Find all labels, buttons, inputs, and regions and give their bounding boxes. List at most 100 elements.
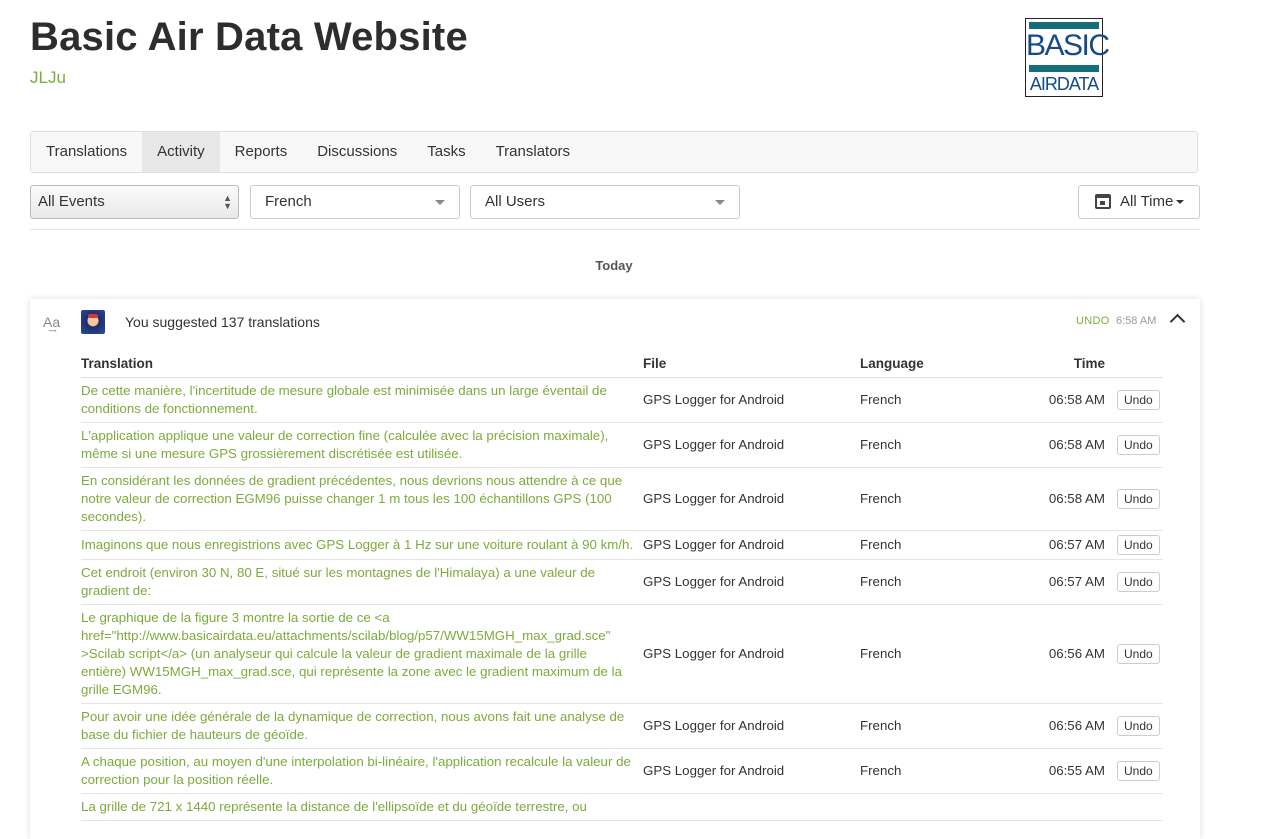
calendar-icon: [1095, 194, 1111, 209]
action-cell: Undo: [1117, 748, 1163, 794]
translation-cell[interactable]: En considérant les données de gradient p…: [81, 467, 643, 531]
time-cell: 06:58 AM: [1000, 377, 1117, 423]
tab-translations[interactable]: Translations: [31, 132, 142, 172]
action-cell: [1117, 793, 1163, 821]
translations-table: Translation File Language Time De cette …: [81, 348, 1163, 821]
tab-activity[interactable]: Activity: [142, 132, 220, 172]
time-range-label: All Time: [1120, 193, 1174, 210]
language-cell: French: [860, 377, 1000, 423]
updown-arrows-icon: ▲ ▼: [223, 193, 232, 211]
language-cell: French: [860, 604, 1000, 704]
time-cell: 06:56 AM: [1000, 703, 1117, 749]
language-cell: French: [860, 530, 1000, 560]
translate-icon: A͢a: [43, 314, 61, 330]
file-cell: GPS Logger for Android: [643, 748, 860, 794]
undo-button[interactable]: Undo: [1117, 716, 1160, 736]
file-cell: [643, 793, 860, 821]
project-nav: Translations Activity Reports Discussion…: [30, 131, 1198, 173]
project-header: Basic Air Data Website JLJu: [30, 12, 468, 88]
action-cell: Undo: [1117, 422, 1163, 468]
translation-cell[interactable]: La grille de 721 x 1440 représente la di…: [81, 793, 643, 821]
filter-bar: All Events ▲ ▼ French All Users All Time: [30, 185, 1200, 219]
language-cell: [860, 793, 1000, 821]
language-select-value: French: [265, 193, 312, 210]
translation-cell[interactable]: De cette manière, l'incertitude de mesur…: [81, 377, 643, 423]
undo-button[interactable]: Undo: [1117, 535, 1160, 555]
language-cell: French: [860, 703, 1000, 749]
undo-button[interactable]: Undo: [1117, 489, 1160, 509]
undo-button[interactable]: Undo: [1117, 644, 1160, 664]
logo-bar-top: [1029, 22, 1099, 29]
date-group-label: Today: [595, 258, 633, 273]
time-cell: 06:57 AM: [1000, 530, 1117, 560]
activity-time: 6:58 AM: [1116, 315, 1157, 327]
table-row: Imaginons que nous enregistrions avec GP…: [81, 530, 1163, 560]
time-cell: 06:56 AM: [1000, 604, 1117, 704]
file-cell: GPS Logger for Android: [643, 604, 860, 704]
avatar: [81, 310, 105, 334]
column-header-language: Language: [860, 348, 1000, 378]
logo-text-line1: BASIC: [1026, 29, 1110, 62]
undo-button[interactable]: Undo: [1117, 390, 1160, 410]
chevron-down-icon: [715, 200, 725, 205]
time-cell: 06:58 AM: [1000, 467, 1117, 531]
translation-cell[interactable]: Pour avoir une idée générale de la dynam…: [81, 703, 643, 749]
tab-tasks[interactable]: Tasks: [412, 132, 480, 172]
events-select[interactable]: All Events ▲ ▼: [30, 185, 239, 219]
translation-cell[interactable]: A chaque position, au moyen d'une interp…: [81, 748, 643, 794]
table-row: L'application applique une valeur de cor…: [81, 422, 1163, 468]
table-row: De cette manière, l'incertitude de mesur…: [81, 377, 1163, 423]
language-cell: French: [860, 422, 1000, 468]
action-cell: Undo: [1117, 703, 1163, 749]
column-header-time: Time: [1000, 348, 1163, 378]
time-cell: [1000, 793, 1117, 821]
action-cell: Undo: [1117, 559, 1163, 605]
logo-text-line2: AIRDATA: [1029, 74, 1099, 94]
action-cell: Undo: [1117, 467, 1163, 531]
tab-translators[interactable]: Translators: [481, 132, 585, 172]
table-row: Cet endroit (environ 30 N, 80 E, situé s…: [81, 559, 1163, 605]
action-cell: Undo: [1117, 377, 1163, 423]
project-title: Basic Air Data Website: [30, 15, 468, 59]
language-cell: French: [860, 559, 1000, 605]
table-row: Le graphique de la figure 3 montre la so…: [81, 604, 1163, 704]
table-row: Pour avoir une idée générale de la dynam…: [81, 703, 1163, 749]
translation-cell[interactable]: Cet endroit (environ 30 N, 80 E, situé s…: [81, 559, 643, 605]
project-logo: BASIC AIRDATA: [1025, 18, 1110, 97]
divider: [30, 229, 1200, 230]
time-range-button[interactable]: All Time: [1078, 185, 1200, 219]
time-cell: 06:57 AM: [1000, 559, 1117, 605]
action-cell: Undo: [1117, 530, 1163, 560]
table-body: De cette manière, l'incertitude de mesur…: [81, 377, 1163, 821]
activity-card: A͢a You suggested 137 translations UNDO …: [30, 299, 1200, 839]
time-cell: 06:58 AM: [1000, 422, 1117, 468]
table-row: A chaque position, au moyen d'une interp…: [81, 748, 1163, 794]
file-cell: GPS Logger for Android: [643, 703, 860, 749]
translation-cell[interactable]: L'application applique une valeur de cor…: [81, 422, 643, 468]
file-cell: GPS Logger for Android: [643, 377, 860, 423]
logo-bar-mid: [1029, 65, 1099, 72]
tab-discussions[interactable]: Discussions: [302, 132, 412, 172]
undo-button[interactable]: Undo: [1117, 435, 1160, 455]
action-cell: Undo: [1117, 604, 1163, 704]
chevron-down-icon: [435, 200, 445, 205]
project-owner-link[interactable]: JLJu: [30, 68, 468, 88]
users-select[interactable]: All Users: [470, 185, 740, 219]
translation-cell[interactable]: Imaginons que nous enregistrions avec GP…: [81, 530, 643, 560]
undo-button[interactable]: Undo: [1117, 761, 1160, 781]
translation-cell[interactable]: Le graphique de la figure 3 montre la so…: [81, 604, 643, 704]
table-header-row: Translation File Language Time: [81, 348, 1163, 378]
time-cell: 06:55 AM: [1000, 748, 1117, 794]
undo-button[interactable]: Undo: [1117, 572, 1160, 592]
tab-reports[interactable]: Reports: [220, 132, 303, 172]
table-row: La grille de 721 x 1440 représente la di…: [81, 793, 1163, 821]
chevron-up-icon[interactable]: [1169, 313, 1186, 330]
file-cell: GPS Logger for Android: [643, 530, 860, 560]
language-cell: French: [860, 467, 1000, 531]
column-header-file: File: [643, 348, 860, 378]
undo-all-link[interactable]: UNDO: [1076, 315, 1110, 327]
language-select[interactable]: French: [250, 185, 460, 219]
file-cell: GPS Logger for Android: [643, 422, 860, 468]
activity-summary: You suggested 137 translations: [125, 314, 320, 330]
file-cell: GPS Logger for Android: [643, 467, 860, 531]
